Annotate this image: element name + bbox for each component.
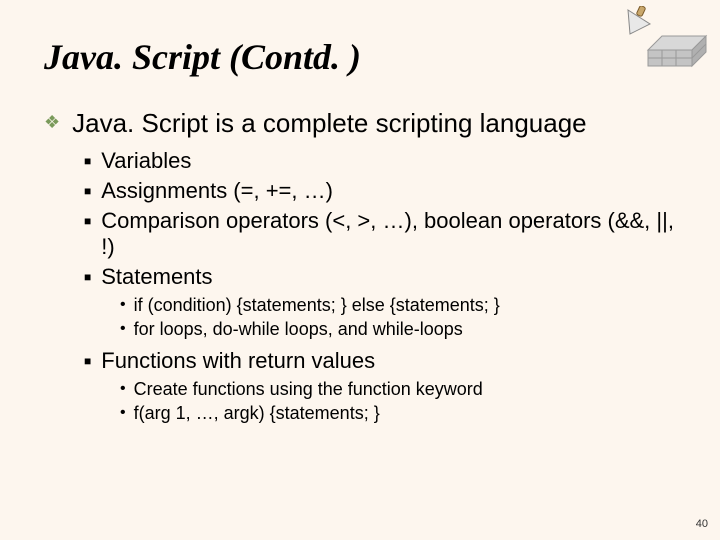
square-bullet-icon: ■ (84, 264, 91, 290)
sub-point-text: Statements (101, 264, 212, 294)
detail-text: if (condition) {statements; } else {stat… (134, 294, 500, 318)
square-bullet-icon: ■ (84, 148, 91, 174)
sub-point-text: Functions with return values (101, 348, 375, 378)
list-item: ■ Comparison operators (<, >, …), boolea… (44, 208, 676, 264)
list-item: • if (condition) {statements; } else {st… (44, 294, 676, 318)
content-list: ❖ Java. Script is a complete scripting l… (44, 108, 676, 426)
list-item: ■ Statements (44, 264, 676, 294)
sub-point-text: Comparison operators (<, >, …), boolean … (101, 208, 676, 264)
dot-bullet-icon: • (120, 402, 126, 424)
list-item: ■ Assignments (=, +=, …) (44, 178, 676, 208)
detail-text: f(arg 1, …, argk) {statements; } (134, 402, 380, 426)
dot-bullet-icon: • (120, 318, 126, 340)
dot-bullet-icon: • (120, 294, 126, 316)
main-point-text: Java. Script is a complete scripting lan… (72, 108, 587, 148)
square-bullet-icon: ■ (84, 348, 91, 374)
sub-point-text: Assignments (=, +=, …) (101, 178, 333, 208)
square-bullet-icon: ■ (84, 208, 91, 234)
sub-point-text: Variables (101, 148, 191, 178)
list-item: • for loops, do-while loops, and while-l… (44, 318, 676, 342)
detail-text: Create functions using the function keyw… (134, 378, 483, 402)
list-item: • f(arg 1, …, argk) {statements; } (44, 402, 676, 426)
diamond-bullet-icon: ❖ (44, 108, 60, 136)
list-item: ■ Variables (44, 148, 676, 178)
slide: Java. Script (Contd. ) ❖ Java. Script is… (0, 0, 720, 540)
slide-title: Java. Script (Contd. ) (44, 36, 676, 78)
brick-trowel-icon (620, 6, 710, 76)
square-bullet-icon: ■ (84, 178, 91, 204)
list-item: ❖ Java. Script is a complete scripting l… (44, 108, 676, 148)
dot-bullet-icon: • (120, 378, 126, 400)
detail-text: for loops, do-while loops, and while-loo… (134, 318, 463, 342)
page-number: 40 (696, 518, 708, 530)
list-item: ■ Functions with return values (44, 348, 676, 378)
list-item: • Create functions using the function ke… (44, 378, 676, 402)
